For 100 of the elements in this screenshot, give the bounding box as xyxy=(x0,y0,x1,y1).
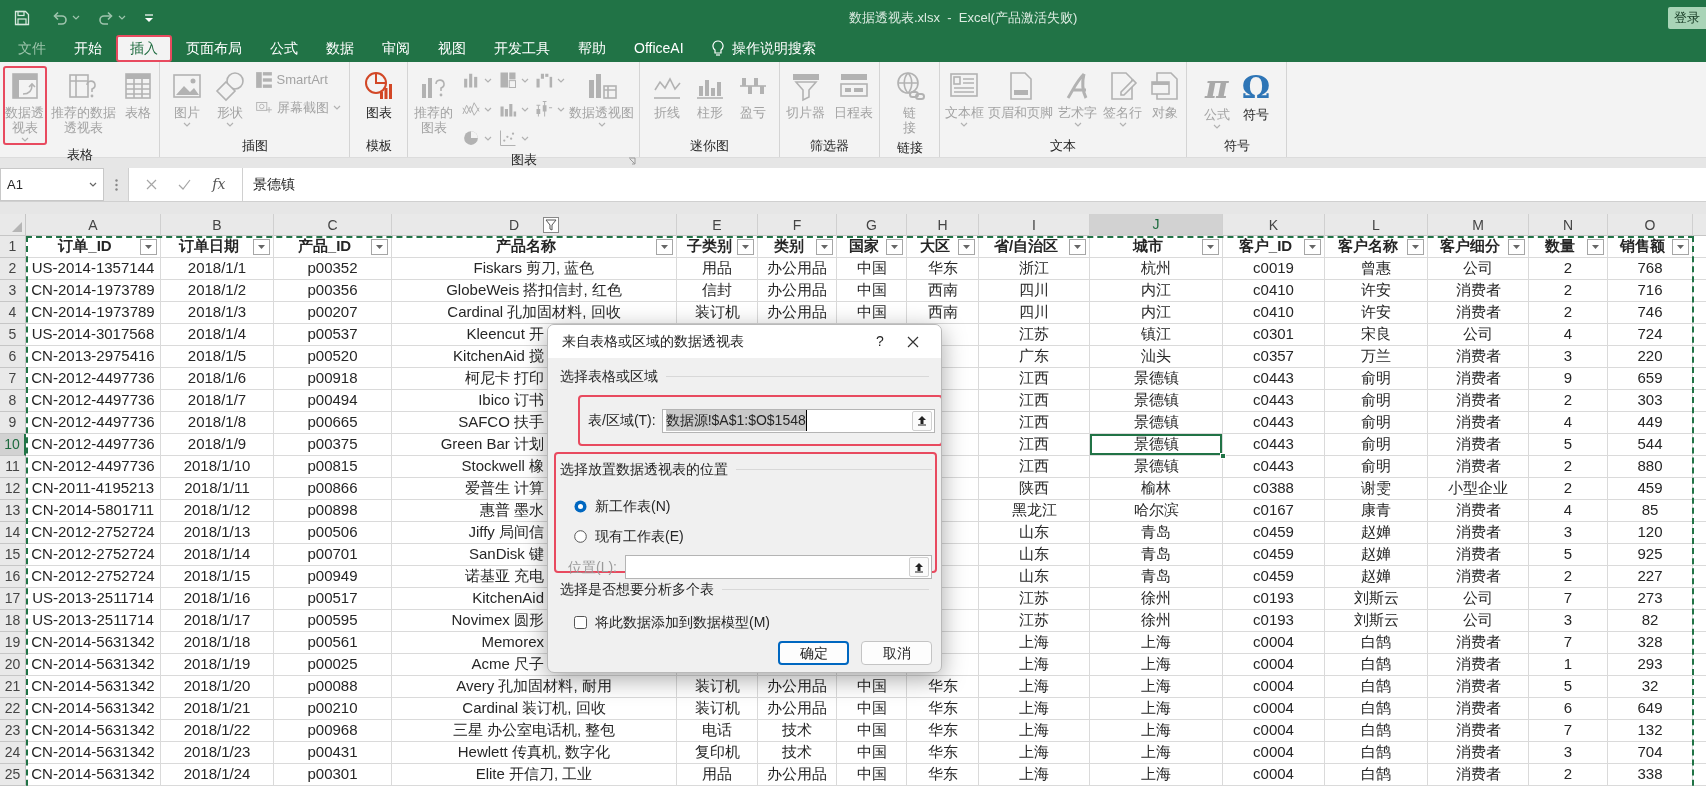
tell-me-search[interactable]: 操作说明搜索 xyxy=(731,38,816,59)
location-field[interactable] xyxy=(625,555,932,579)
column-header[interactable]: G xyxy=(837,214,907,236)
radio-button[interactable] xyxy=(574,530,587,543)
filter-dropdown-button[interactable] xyxy=(656,238,673,255)
filter-dropdown-button[interactable] xyxy=(1672,238,1689,255)
column-header[interactable]: L xyxy=(1325,214,1428,236)
filter-dropdown-button[interactable] xyxy=(1304,238,1321,255)
filter-dropdown-button[interactable] xyxy=(1587,238,1604,255)
fill-handle[interactable] xyxy=(1220,453,1226,459)
row-number[interactable]: 24 xyxy=(0,742,26,764)
collapse-dialog-button[interactable] xyxy=(909,557,929,577)
filter-dropdown-button[interactable] xyxy=(737,238,754,255)
row-number[interactable]: 4 xyxy=(0,302,26,324)
filter-dropdown-button[interactable] xyxy=(371,238,388,255)
filter-dropdown-button[interactable] xyxy=(253,238,270,255)
ribbon-tab[interactable]: 开始 xyxy=(60,35,116,62)
column-header[interactable]: D xyxy=(392,214,677,236)
column-header[interactable]: M xyxy=(1428,214,1529,236)
row-number[interactable]: 13 xyxy=(0,500,26,522)
ribbon-tab[interactable]: 视图 xyxy=(424,35,480,62)
redo-icon[interactable] xyxy=(98,10,114,25)
omega-icon: Ω xyxy=(1241,70,1271,104)
row-number[interactable]: 22 xyxy=(0,698,26,720)
column-header[interactable]: E xyxy=(677,214,758,236)
filter-dropdown-button[interactable] xyxy=(816,238,833,255)
save-icon[interactable] xyxy=(14,9,30,26)
collapse-dialog-button[interactable] xyxy=(912,410,932,431)
row-number[interactable]: 18 xyxy=(0,610,26,632)
row-number[interactable]: 1 xyxy=(0,236,26,258)
column-header[interactable]: B xyxy=(161,214,274,236)
row-number[interactable]: 20 xyxy=(0,654,26,676)
radio-button[interactable] xyxy=(574,500,587,513)
column-header[interactable]: H xyxy=(907,214,979,236)
ribbon-tab[interactable]: OfficeAI xyxy=(620,35,698,62)
row-number[interactable]: 19 xyxy=(0,632,26,654)
column-header[interactable]: N xyxy=(1529,214,1608,236)
column-header[interactable]: C xyxy=(274,214,392,236)
radio-option[interactable]: 新工作表(N) xyxy=(574,496,932,517)
help-button[interactable]: ? xyxy=(865,331,895,352)
filter-dropdown-button[interactable] xyxy=(140,238,157,255)
row-number[interactable]: 5 xyxy=(0,324,26,346)
dialog-launcher-icon[interactable] xyxy=(628,156,636,165)
row-number[interactable]: 17 xyxy=(0,588,26,610)
formula-input[interactable]: 景德镇 xyxy=(242,168,1706,201)
customize-icon[interactable] xyxy=(144,12,154,23)
row-number[interactable]: 3 xyxy=(0,280,26,302)
ribbon-button[interactable]: 图表 xyxy=(358,66,399,123)
table-cell-text: Elite 开信刀, 工业 xyxy=(475,764,593,785)
insert-function-button[interactable]: fx xyxy=(212,174,226,195)
table-cell-text: 2 xyxy=(1563,390,1573,411)
row-number[interactable]: 21 xyxy=(0,676,26,698)
table-cell-text: 上海 xyxy=(1141,720,1171,741)
ribbon-tab[interactable]: 帮助 xyxy=(564,35,620,62)
column-header[interactable]: K xyxy=(1223,214,1325,236)
ribbon-tab[interactable]: 页面布局 xyxy=(172,35,256,62)
table-cell-text: 江苏 xyxy=(1019,610,1049,631)
row-number[interactable]: 15 xyxy=(0,544,26,566)
row-number[interactable]: 8 xyxy=(0,390,26,412)
undo-icon[interactable] xyxy=(52,10,68,25)
row-number[interactable]: 10 xyxy=(0,434,26,456)
filter-dropdown-button[interactable] xyxy=(1202,238,1219,255)
checkbox[interactable] xyxy=(574,616,587,629)
table-cell-text: 消费者 xyxy=(1455,456,1501,477)
range-field[interactable]: 数据源!$A$1:$O$1548 xyxy=(661,408,935,433)
ribbon-tab[interactable]: 数据 xyxy=(312,35,368,62)
row-number[interactable]: 14 xyxy=(0,522,26,544)
ribbon-tab[interactable]: 开发工具 xyxy=(480,35,564,62)
row-number[interactable]: 25 xyxy=(0,764,26,786)
filter-dropdown-button[interactable] xyxy=(1508,238,1525,255)
column-header[interactable]: A xyxy=(26,214,161,236)
filter-dropdown-button[interactable] xyxy=(958,238,975,255)
ribbon-tab[interactable]: 公式 xyxy=(256,35,312,62)
ribbon-button[interactable]: Ω 符号 xyxy=(1237,66,1275,125)
row-number[interactable]: 7 xyxy=(0,368,26,390)
row-number[interactable]: 9 xyxy=(0,412,26,434)
row-number[interactable]: 12 xyxy=(0,478,26,500)
row-number[interactable]: 2 xyxy=(0,258,26,280)
column-heading: 子类别 xyxy=(685,236,733,257)
radio-option[interactable]: 现有工作表(E) xyxy=(574,526,932,547)
name-box[interactable]: A1 xyxy=(0,168,104,201)
lightbulb-icon xyxy=(711,40,724,57)
row-number[interactable]: 6 xyxy=(0,346,26,368)
table-cell-text: 西南 xyxy=(927,280,958,301)
ribbon-tab[interactable]: 审阅 xyxy=(368,35,424,62)
column-header[interactable]: J xyxy=(1090,214,1223,236)
filter-dropdown-button[interactable] xyxy=(1069,238,1086,255)
column-header[interactable]: F xyxy=(758,214,837,236)
dialog-button[interactable]: 取消 xyxy=(861,641,932,665)
login-button[interactable]: 登录 xyxy=(1668,6,1706,29)
row-number[interactable]: 11 xyxy=(0,456,26,478)
dialog-button[interactable]: 确定 xyxy=(778,641,849,665)
row-number[interactable]: 16 xyxy=(0,566,26,588)
column-header[interactable]: O xyxy=(1608,214,1693,236)
filter-icon[interactable] xyxy=(543,217,560,233)
row-number[interactable]: 23 xyxy=(0,720,26,742)
filter-dropdown-button[interactable] xyxy=(886,238,903,255)
checkbox-option[interactable]: 将此数据添加到数据模型(M) xyxy=(560,612,929,633)
filter-dropdown-button[interactable] xyxy=(1407,238,1424,255)
ribbon-tab[interactable]: 插入 xyxy=(116,35,172,62)
